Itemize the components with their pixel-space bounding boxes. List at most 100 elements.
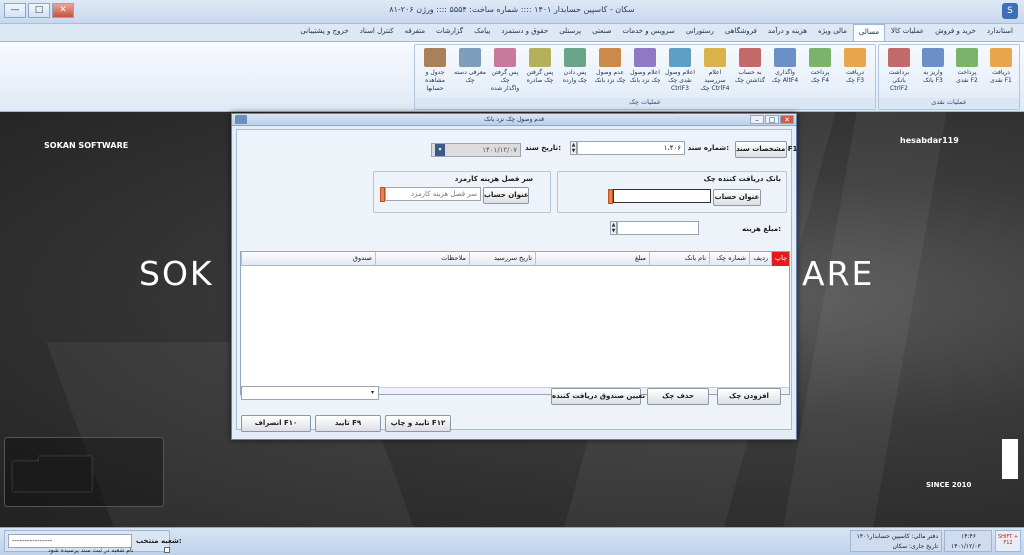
menu-tab[interactable]: مسالی	[852, 24, 886, 41]
menu-tab[interactable]: خروج و پشتیبانی	[295, 24, 353, 41]
doc-number-spinner[interactable]: ▲ ▼	[570, 141, 577, 155]
ribbon-check-button[interactable]: اعلام وصول چک نزد بانک	[629, 47, 661, 97]
table-column-header[interactable]: ملاحظات	[375, 252, 469, 266]
menu-tab[interactable]: متفرقه	[400, 24, 430, 41]
confirm-print-button[interactable]: تایید و چاپ F۱۲	[385, 415, 451, 432]
menu-tab[interactable]: رستورانی	[681, 24, 719, 41]
menu-tab[interactable]: عملیات کالا	[886, 24, 929, 41]
ribbon-button-label: به حساب گذاشتن چک	[734, 69, 766, 84]
book-box: دفتر مالی: کاسپین حسابدار۱۴۰۱ تاریخ جاری…	[850, 530, 942, 552]
ribbon-button-label: جدول و مشاهده حسابها	[425, 69, 445, 92]
cancel-button[interactable]: انصراف F۱۰	[241, 415, 311, 432]
doc-date-dropdown-icon[interactable]: ▾	[435, 144, 445, 156]
table-column-header[interactable]: چاپ	[771, 252, 789, 266]
ribbon-button-icon	[774, 48, 796, 67]
table-column-header[interactable]: نام بانک	[649, 252, 709, 266]
menu-tab[interactable]: هزینه و درآمد	[763, 24, 812, 41]
ribbon-check-button[interactable]: دریافت چک F3	[839, 47, 871, 97]
fee-amount-spinner[interactable]: ▲ ▼	[610, 221, 617, 235]
ribbon-group-check: عملیات چک دریافت چک F3 پرداخت چک F4 واگذار…	[414, 44, 876, 110]
ribbon-check-button[interactable]: پس گرفتن چک واگذار شده	[489, 47, 521, 97]
ribbon-check-button[interactable]: پرداخت چک F4	[804, 47, 836, 97]
ribbon-check-button[interactable]: جدول و مشاهده حسابها	[419, 47, 451, 97]
doc-spec-button[interactable]: مشخصات سند F1	[735, 141, 797, 158]
dialog-close-button[interactable]: ✕	[780, 115, 794, 124]
ribbon-check-button[interactable]: عدم وصول چک نزد بانک	[594, 47, 626, 97]
ribbon-check-button[interactable]: پس دادن چک وارده	[559, 47, 591, 97]
ribbon-button-icon	[888, 48, 910, 67]
ribbon-check-button[interactable]: واگذاری چک AltF4	[769, 47, 801, 97]
menu-tab[interactable]: حقوق و دستمزد	[496, 24, 553, 41]
dialog-panel: مشخصات سند F1 شماره سند: ۱،۴۰۶ ▲ ▼ تاریخ …	[236, 129, 797, 432]
clock-date: ۱۴۰۱/۱۲/۰۳	[951, 543, 981, 550]
fund-dropdown[interactable]	[241, 386, 379, 400]
ribbon-button-label: معرفی دسته چک	[454, 69, 486, 84]
set-fund-button[interactable]: تعیین صندوق دریافت کننده	[551, 388, 645, 405]
window-title: سکان - کاسپین حسابدار ۱۴۰۱ :::: شماره سا…	[389, 5, 635, 14]
add-check-button[interactable]: افزودن چک	[717, 388, 781, 405]
checks-table-header: چاپ ردیف شماره چک نام بانک مبلغ تاریخ سررسید م…	[241, 252, 789, 266]
table-column-header[interactable]: مبلغ	[535, 252, 649, 266]
table-column-header[interactable]: ردیف	[749, 252, 771, 266]
branch-select[interactable]: ----------------	[8, 534, 132, 548]
bank-account-button[interactable]: عنوان حساب	[713, 189, 761, 206]
menu-tab[interactable]: فروشگاهی	[720, 24, 762, 41]
bank-account-field[interactable]	[613, 189, 711, 203]
table-column-header[interactable]: تاریخ سررسید	[469, 252, 535, 266]
menu-tab[interactable]: استاندارد	[982, 24, 1018, 41]
confirm-button[interactable]: تایید F۹	[315, 415, 381, 432]
side-panel-tab[interactable]	[1002, 439, 1018, 479]
dialog-title: قدم وصول چک نزد بانک	[483, 116, 545, 123]
ribbon-cash-button[interactable]: دریافت نقدی F1	[987, 47, 1015, 97]
ribbon-check-button[interactable]: معرفی دسته چک	[454, 47, 486, 97]
menu-tab[interactable]: سرویس و خدمات	[618, 24, 680, 41]
ribbon-button-label: دریافت نقدی F1	[990, 69, 1012, 84]
menu-tab[interactable]: مالی ویژه	[813, 24, 852, 41]
brand-big-left: SOK	[139, 254, 214, 293]
ribbon-check-button[interactable]: پس گرفتن چک صادره	[524, 47, 556, 97]
doc-number-field[interactable]: ۱،۴۰۶	[577, 141, 685, 155]
ribbon-button-icon	[494, 48, 516, 67]
menu-tab[interactable]: خرید و فروش	[930, 24, 981, 41]
ribbon-button-icon	[459, 48, 481, 67]
ribbon-button-icon	[844, 48, 866, 67]
dialog-minimize-button[interactable]: –	[750, 115, 764, 124]
ribbon-check-button[interactable]: اعلام وصول نقدی چک CtrlF3	[664, 47, 696, 97]
menu-tab[interactable]: صنعتی	[587, 24, 616, 41]
menu-tab[interactable]: پرسنلی	[554, 24, 586, 41]
menu-tab[interactable]: پیامک	[469, 24, 495, 41]
branch-ask-checkbox[interactable]	[164, 547, 170, 553]
ribbon-check-button[interactable]: اعلام سررسید چک CtrlF4	[699, 47, 731, 97]
ribbon-cash-button[interactable]: پرداخت نقدی F2	[953, 47, 981, 97]
logo-mark: ▆▇▇	[4, 437, 164, 507]
table-column-header[interactable]: صندوق	[241, 252, 375, 266]
dialog-titlebar: قدم وصول چک نزد بانک – □ ✕	[232, 114, 796, 126]
ribbon-button-icon	[739, 48, 761, 67]
ribbon-button-icon	[634, 48, 656, 67]
fund-dropdown-arrow-icon[interactable]: ▾	[371, 389, 374, 396]
ribbon-check-button[interactable]: به حساب گذاشتن چک	[734, 47, 766, 97]
delete-check-button[interactable]: حذف چک	[647, 388, 709, 405]
fee-account-field[interactable]: سر فصل هزینه کارمزد	[385, 187, 481, 201]
ribbon-cash-button[interactable]: برداشت بانکی CtrlF2	[885, 47, 913, 97]
fee-account-marker	[380, 187, 385, 202]
ribbon-button-icon	[599, 48, 621, 67]
fee-account-button[interactable]: عنوان حساب	[483, 187, 529, 204]
brand-label: SOKAN SOFTWARE	[44, 141, 129, 150]
doc-number-label: شماره سند:	[687, 144, 729, 152]
dialog-maximize-button[interactable]: □	[765, 115, 779, 124]
fee-amount-label: مبلغ هزینه:	[741, 225, 781, 233]
fee-amount-field[interactable]	[617, 221, 699, 235]
ribbon: عملیات نقدی دریافت نقدی F1 پرداخت نقدی F2…	[0, 42, 1024, 112]
clock-time: ۱۴:۴۶	[961, 533, 976, 540]
menu-tab[interactable]: گزارشات	[431, 24, 468, 41]
branch-label: شعبه منتخب:	[136, 537, 182, 545]
ribbon-button-label: پس دادن چک وارده	[562, 69, 588, 84]
ribbon-button-icon	[704, 48, 726, 67]
checks-table[interactable]: چاپ ردیف شماره چک نام بانک مبلغ تاریخ سررسید م…	[240, 251, 790, 395]
ribbon-cash-button[interactable]: واریز به بانک F3	[919, 47, 947, 97]
menu-tab[interactable]: کنترل اسناد	[355, 24, 399, 41]
ribbon-button-icon	[529, 48, 551, 67]
table-column-header[interactable]: شماره چک	[709, 252, 749, 266]
shift-f12-button[interactable]: SHIFT + F12	[995, 530, 1021, 552]
